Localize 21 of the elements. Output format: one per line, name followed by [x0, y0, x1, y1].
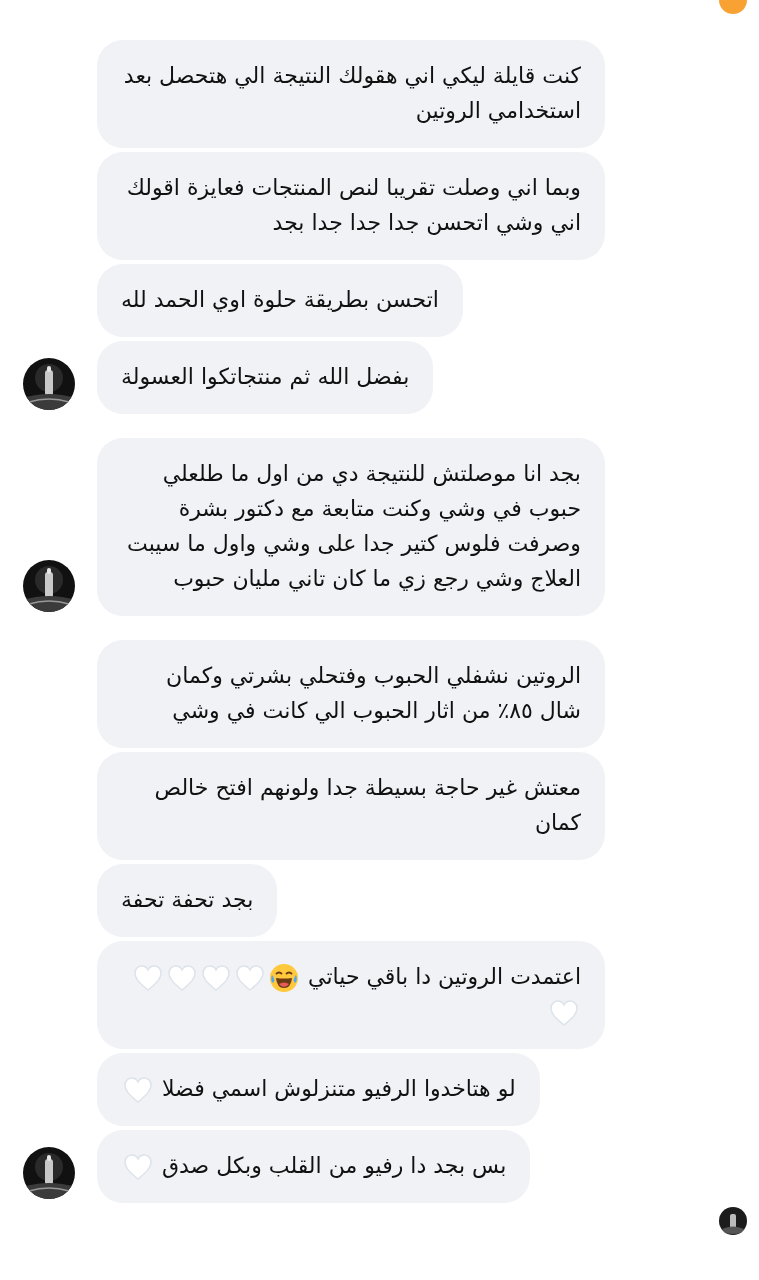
heart-icon — [123, 1076, 153, 1104]
message-bubble: بس بجد دا رفيو من القلب وبكل صدق — [97, 1130, 531, 1203]
heart-icon — [235, 964, 266, 992]
message-bubble: اتحسن بطريقة حلوة اوي الحمد لله — [97, 264, 463, 337]
heart-icon — [133, 964, 164, 992]
avatar-icon — [719, 0, 747, 14]
read-receipt-avatar-icon — [719, 1207, 747, 1235]
laughing-emoji-icon — [269, 963, 300, 993]
message-bubble: بجد تحفة تحفة — [97, 864, 278, 937]
message-bubble: كنت قايلة ليكي اني هقولك النتيجة الي هتحصل بعد استخدامي الروتين — [97, 40, 605, 148]
heart-icon — [549, 999, 579, 1027]
message-bubble: وبما اني وصلت تقريبا لنص المنتجات فعايزة اقولك اني وشي اتحسن جدا جدا جدا بجد — [97, 152, 605, 260]
message-bubble: بجد انا موصلتش للنتيجة دي من اول ما طلعلي حبوب في وشي وكنت متابعة مع دكتور بشرة وصرفت فلوس كتير جدا على وشي واول ما سيبت العلاج وشي رجع زي ما كان تاني مليان حبوب — [97, 438, 605, 616]
message-bubble: لو هتاخدوا الرفيو متنزلوش اسمي فضلا — [97, 1053, 540, 1126]
heart-icon — [201, 964, 232, 992]
message-bubble: اعتمدت الروتين دا باقي حياتي — [97, 941, 605, 1049]
heart-icon — [123, 1153, 153, 1181]
message-bubble: بفضل الله ثم منتجاتكوا العسولة — [97, 341, 434, 414]
message-bubble: معتش غير حاجة بسيطة جدا ولونهم افتح خالص كمان — [97, 752, 605, 860]
heart-icon — [167, 964, 198, 992]
message-bubble: الروتين نشفلي الحبوب وفتحلي بشرتي وكمان شال ٨٥٪ من اثار الحبوب الي كانت في وشي — [97, 640, 605, 748]
